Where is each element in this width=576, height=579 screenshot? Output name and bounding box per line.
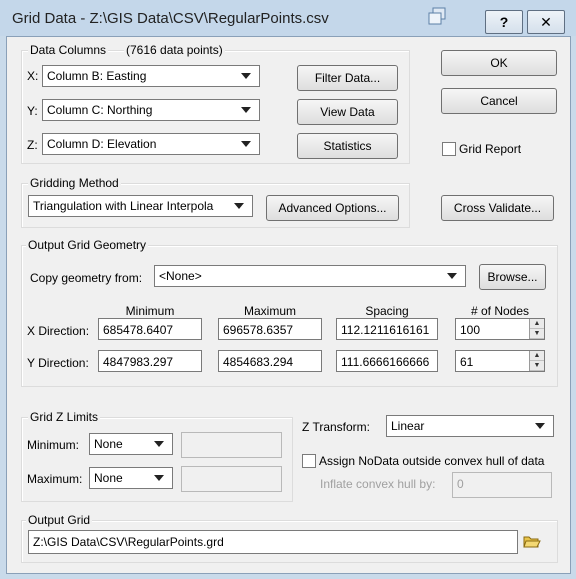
chevron-down-icon [234, 203, 244, 209]
chevron-down-icon [241, 141, 251, 147]
z-transform-label: Z Transform: [302, 420, 371, 434]
z-column-select[interactable]: Column D: Elevation [42, 133, 260, 155]
close-button[interactable]: ✕ [527, 10, 565, 34]
spin-up-icon[interactable]: ▲ [530, 319, 544, 329]
copy-geometry-select[interactable]: <None> [154, 265, 466, 287]
y-spacing-input[interactable]: 111.6666166666 [336, 350, 438, 372]
x-maximum-input[interactable]: 696578.6357 [218, 318, 322, 340]
x-nodes-input[interactable]: 100 ▲ ▼ [455, 318, 545, 340]
z-maximum-value: None [94, 471, 123, 485]
cancel-button[interactable]: Cancel [441, 88, 557, 114]
z-minimum-label: Minimum: [27, 438, 80, 452]
z-column-label: Z: [27, 138, 38, 152]
open-folder-icon[interactable] [523, 533, 541, 549]
z-maximum-label: Maximum: [27, 472, 83, 486]
x-spacing-input[interactable]: 112.1211616161 [336, 318, 438, 340]
gridding-method-value: Triangulation with Linear Interpola [33, 199, 214, 213]
z-minimum-value: None [94, 437, 123, 451]
output-grid-path-input[interactable]: Z:\GIS Data\CSV\RegularPoints.grd [28, 530, 518, 554]
z-transform-value: Linear [391, 419, 425, 433]
help-button[interactable]: ? [485, 10, 523, 34]
chevron-down-icon [154, 475, 164, 481]
z-transform-select[interactable]: Linear [386, 415, 554, 437]
assign-nodata-checkbox[interactable] [302, 454, 316, 468]
x-minimum-input[interactable]: 685478.6407 [98, 318, 202, 340]
y-nodes-value: 61 [460, 355, 474, 369]
x-nodes-stepper[interactable]: ▲ ▼ [529, 319, 544, 339]
filter-data-button[interactable]: Filter Data... [297, 65, 398, 91]
gridding-method-select[interactable]: Triangulation with Linear Interpola [28, 195, 253, 217]
y-direction-label: Y Direction: [27, 356, 89, 370]
spin-down-icon[interactable]: ▼ [530, 329, 544, 339]
restore-icon[interactable] [427, 6, 449, 28]
output-grid-geometry-label: Output Grid Geometry [26, 238, 149, 252]
x-column-select[interactable]: Column B: Easting [42, 65, 260, 87]
advanced-options-button[interactable]: Advanced Options... [266, 195, 399, 221]
data-points-count: (7616 data points) [124, 43, 225, 57]
y-minimum-input[interactable]: 4847983.297 [98, 350, 202, 372]
copy-geometry-label: Copy geometry from: [30, 271, 143, 285]
y-nodes-input[interactable]: 61 ▲ ▼ [455, 350, 545, 372]
spin-up-icon[interactable]: ▲ [530, 351, 544, 361]
chevron-down-icon [447, 273, 457, 279]
x-column-label: X: [27, 69, 39, 83]
chevron-down-icon [535, 423, 545, 429]
copy-geometry-value: <None> [159, 269, 202, 283]
z-maximum-select[interactable]: None [89, 467, 173, 489]
inflate-hull-label: Inflate convex hull by: [320, 477, 436, 491]
y-column-label: Y: [27, 104, 38, 118]
chevron-down-icon [154, 441, 164, 447]
statistics-button[interactable]: Statistics [297, 133, 398, 159]
x-column-value: Column B: Easting [47, 69, 147, 83]
nodes-header: # of Nodes [470, 304, 530, 318]
output-grid-label: Output Grid [26, 513, 93, 527]
grid-report-checkbox[interactable] [442, 142, 456, 156]
y-column-select[interactable]: Column C: Northing [42, 99, 260, 121]
spacing-header: Spacing [365, 304, 409, 318]
data-columns-label: Data Columns [28, 43, 109, 57]
minimum-header: Minimum [125, 304, 175, 318]
grid-report-label: Grid Report [459, 142, 522, 156]
x-direction-label: X Direction: [27, 324, 90, 338]
y-nodes-stepper[interactable]: ▲ ▼ [529, 351, 544, 371]
y-maximum-input[interactable]: 4854683.294 [218, 350, 322, 372]
ok-button[interactable]: OK [441, 50, 557, 76]
x-nodes-value: 100 [460, 323, 481, 337]
y-column-value: Column C: Northing [47, 103, 153, 117]
maximum-header: Maximum [243, 304, 296, 318]
z-column-value: Column D: Elevation [47, 137, 157, 151]
view-data-button[interactable]: View Data [297, 99, 398, 125]
gridding-method-label: Gridding Method [28, 176, 121, 190]
grid-z-limits-label: Grid Z Limits [28, 410, 101, 424]
inflate-hull-input: 0 [452, 472, 552, 498]
assign-nodata-label: Assign NoData outside convex hull of dat… [319, 454, 545, 468]
z-maximum-input [181, 466, 282, 492]
spin-down-icon[interactable]: ▼ [530, 361, 544, 371]
browse-geometry-button[interactable]: Browse... [479, 264, 546, 290]
z-minimum-input [181, 432, 282, 458]
cross-validate-button[interactable]: Cross Validate... [441, 195, 554, 221]
window-title: Grid Data - Z:\GIS Data\CSV\RegularPoint… [12, 10, 329, 27]
chevron-down-icon [241, 107, 251, 113]
chevron-down-icon [241, 73, 251, 79]
z-minimum-select[interactable]: None [89, 433, 173, 455]
